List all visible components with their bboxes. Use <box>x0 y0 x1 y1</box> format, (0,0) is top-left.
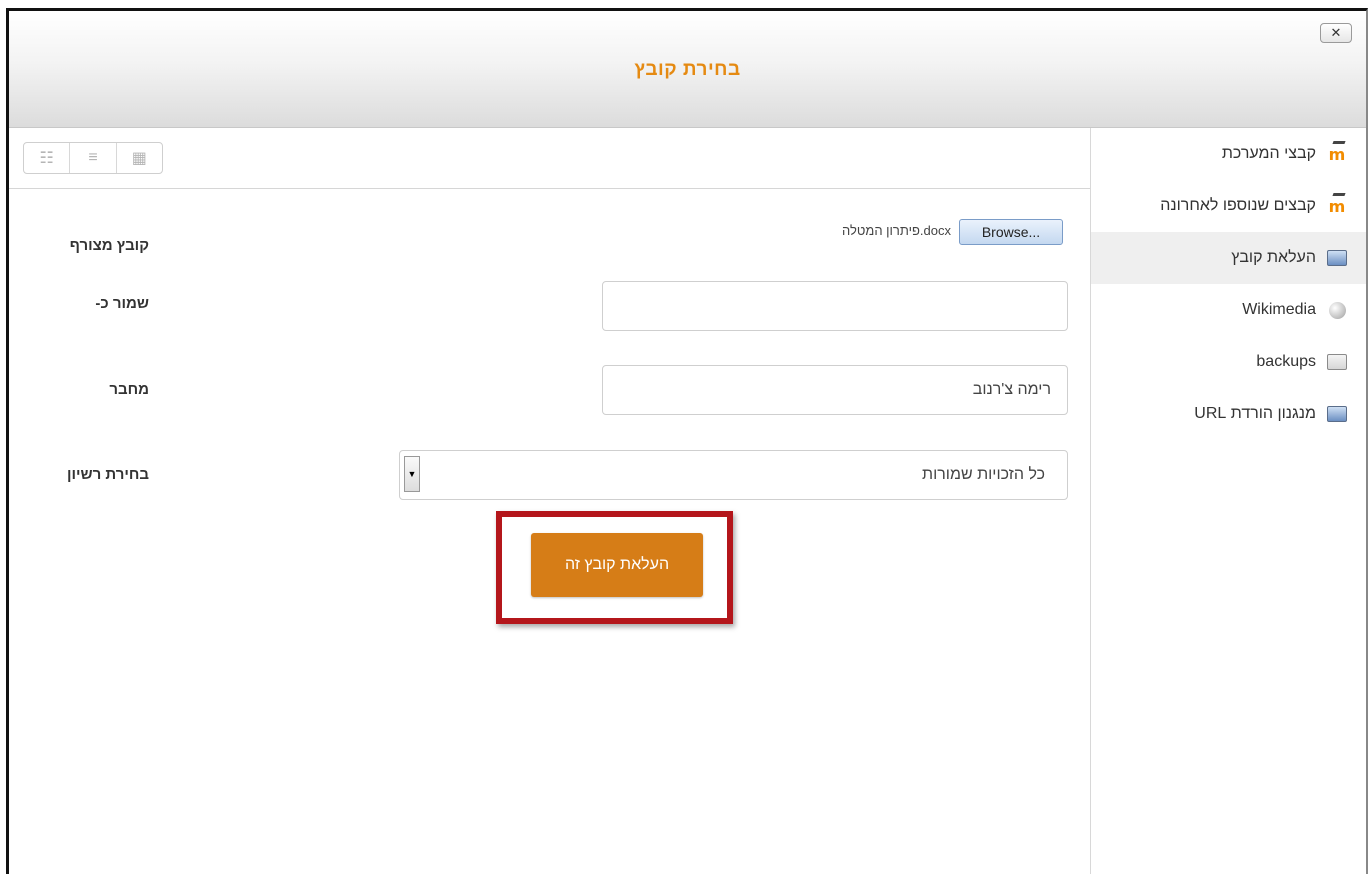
author-input[interactable] <box>602 365 1068 415</box>
save-as-input[interactable] <box>602 281 1068 331</box>
license-selected-value: כל הזכויות שמורות <box>922 466 1045 483</box>
sidebar-item-upload-file[interactable]: העלאת קובץ <box>1091 232 1366 284</box>
tree-view-icon[interactable]: ☷ <box>24 143 71 173</box>
sidebar-item-label: העלאת קובץ <box>1231 249 1316 266</box>
sidebar-item-wikimedia[interactable]: Wikimedia <box>1091 284 1366 336</box>
icons-view-icon[interactable]: ▦ <box>117 143 162 173</box>
sidebar-item-system-files[interactable]: m קבצי המערכת <box>1091 128 1366 180</box>
sidebar-item-label: קבצי המערכת <box>1221 145 1316 162</box>
sidebar-item-label: מנגנון הורדת URL <box>1194 405 1316 422</box>
dialog-title: בחירת קובץ <box>634 59 741 80</box>
repository-sidebar: m קבצי המערכת m קבצים שנוספו לאחרונה העל… <box>1090 128 1366 874</box>
close-icon: ✕ <box>1330 25 1342 40</box>
sidebar-item-backups[interactable]: backups <box>1091 336 1366 388</box>
upload-icon <box>1326 249 1348 267</box>
chevron-down-icon[interactable]: ▼ <box>404 456 420 492</box>
moodle-icon: m <box>1328 144 1346 164</box>
author-label: מחבר <box>109 381 149 398</box>
wikimedia-icon <box>1326 301 1348 319</box>
sidebar-item-label: backups <box>1256 353 1316 370</box>
view-switcher: ☷ ≡ ▦ <box>23 142 163 174</box>
attachment-label: קובץ מצורף <box>69 237 149 254</box>
moodle-icon: m <box>1328 196 1346 216</box>
save-as-label: שמור כ- <box>95 295 149 312</box>
close-button[interactable]: ✕ <box>1320 23 1352 43</box>
selected-filename: פיתרון המטלה.docx <box>842 223 951 238</box>
dialog-header: בחירת קובץ ✕ <box>9 11 1366 128</box>
upload-file-button[interactable]: העלאת קובץ זה <box>531 533 703 597</box>
list-view-icon[interactable]: ≡ <box>70 143 117 173</box>
browse-button[interactable]: Browse... <box>959 219 1063 245</box>
file-toolbar: ☷ ≡ ▦ <box>9 128 1091 189</box>
license-select[interactable]: כל הזכויות שמורות ▼ <box>399 450 1068 500</box>
backup-icon <box>1326 353 1348 371</box>
sidebar-item-label: קבצים שנוספו לאחרונה <box>1160 197 1316 214</box>
sidebar-item-url-download[interactable]: מנגנון הורדת URL <box>1091 388 1366 440</box>
license-label: בחירת רשיון <box>66 466 149 483</box>
sidebar-item-label: Wikimedia <box>1242 301 1316 318</box>
file-picker-dialog: בחירת קובץ ✕ ☷ ≡ ▦ קובץ מצורף Browse... … <box>6 8 1368 874</box>
url-download-icon <box>1326 405 1348 423</box>
sidebar-item-recent-files[interactable]: m קבצים שנוספו לאחרונה <box>1091 180 1366 232</box>
